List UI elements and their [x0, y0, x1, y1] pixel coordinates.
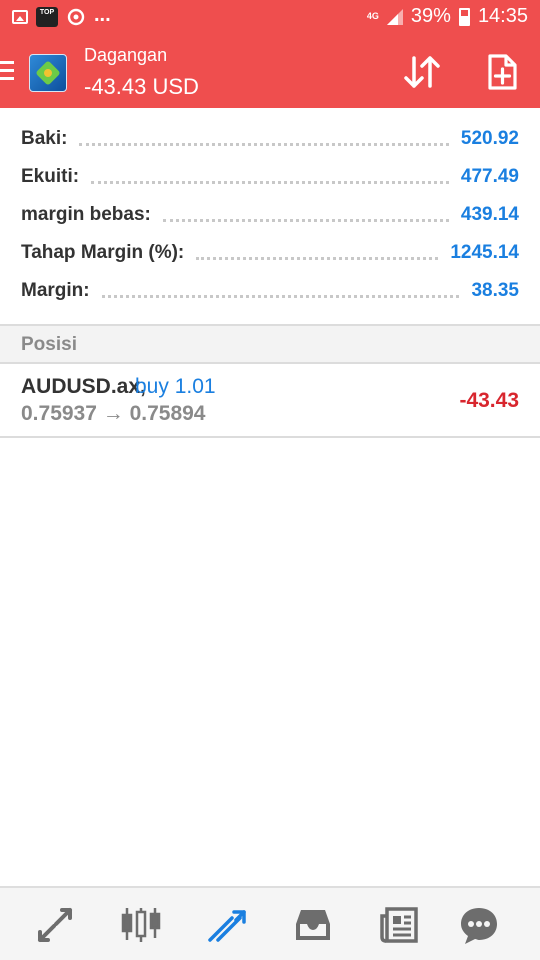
- position-prices: 0.75937 → 0.75894: [21, 402, 206, 425]
- leader-dots: [162, 218, 449, 222]
- bottom-navigation: [0, 886, 540, 960]
- summary-row-free-margin: margin bebas: 439.14: [0, 196, 540, 234]
- position-row[interactable]: AUDUSD.ax, buy 1.01 0.75937 → 0.75894 -4…: [0, 364, 540, 438]
- position-symbol: AUDUSD.ax,: [21, 375, 146, 398]
- summary-row-balance: Baki: 520.92: [0, 120, 540, 158]
- new-order-icon[interactable]: [482, 52, 522, 92]
- page-title: Dagangan: [84, 45, 168, 65]
- summary-value: 520.92: [460, 128, 519, 149]
- summary-label: margin bebas:: [21, 204, 151, 225]
- summary-label: Margin:: [21, 280, 90, 301]
- network-type: 4G: [366, 11, 379, 21]
- chart-icon[interactable]: [120, 904, 162, 946]
- sort-icon[interactable]: [400, 52, 444, 92]
- more-notifications: ...: [94, 4, 111, 26]
- position-side: buy 1.01: [135, 375, 216, 398]
- battery-icon: [458, 7, 470, 26]
- chat-icon[interactable]: [458, 904, 500, 946]
- leader-dots: [196, 256, 439, 260]
- sync-icon: [67, 8, 85, 26]
- summary-value: 38.35: [471, 280, 519, 301]
- summary-row-margin-level: Tahap Margin (%): 1245.14: [0, 234, 540, 272]
- status-bar: TOP ... 4G 39% 14:35: [0, 0, 540, 36]
- summary-label: Tahap Margin (%):: [21, 242, 185, 263]
- account-summary: Baki: 520.92 Ekuiti: 477.49 margin bebas…: [0, 120, 540, 310]
- battery-percent: 39%: [410, 5, 451, 27]
- signal-icon: [386, 8, 403, 25]
- floating-profit: -43.43 USD: [84, 74, 199, 99]
- quotes-icon[interactable]: [34, 904, 76, 946]
- trade-icon[interactable]: [206, 904, 248, 946]
- leader-dots: [79, 142, 449, 146]
- summary-value: 477.49: [460, 166, 519, 187]
- menu-icon[interactable]: [0, 61, 14, 81]
- app-bar: Dagangan -43.43 USD: [0, 36, 540, 108]
- summary-label: Baki:: [21, 128, 68, 149]
- summary-row-margin: Margin: 38.35: [0, 272, 540, 310]
- summary-value: 1245.14: [450, 242, 519, 263]
- summary-value: 439.14: [460, 204, 519, 225]
- top-app-icon: TOP: [36, 7, 58, 27]
- summary-row-equity: Ekuiti: 477.49: [0, 158, 540, 196]
- history-icon[interactable]: [292, 904, 334, 946]
- leader-dots: [91, 180, 449, 184]
- metatrader-logo: [29, 54, 67, 92]
- leader-dots: [101, 294, 460, 298]
- news-icon[interactable]: [378, 904, 420, 946]
- positions-header: Posisi: [0, 324, 540, 364]
- gallery-icon: [12, 10, 28, 24]
- clock: 14:35: [477, 5, 528, 27]
- summary-label: Ekuiti:: [21, 166, 80, 187]
- position-profit: -43.43: [459, 389, 519, 412]
